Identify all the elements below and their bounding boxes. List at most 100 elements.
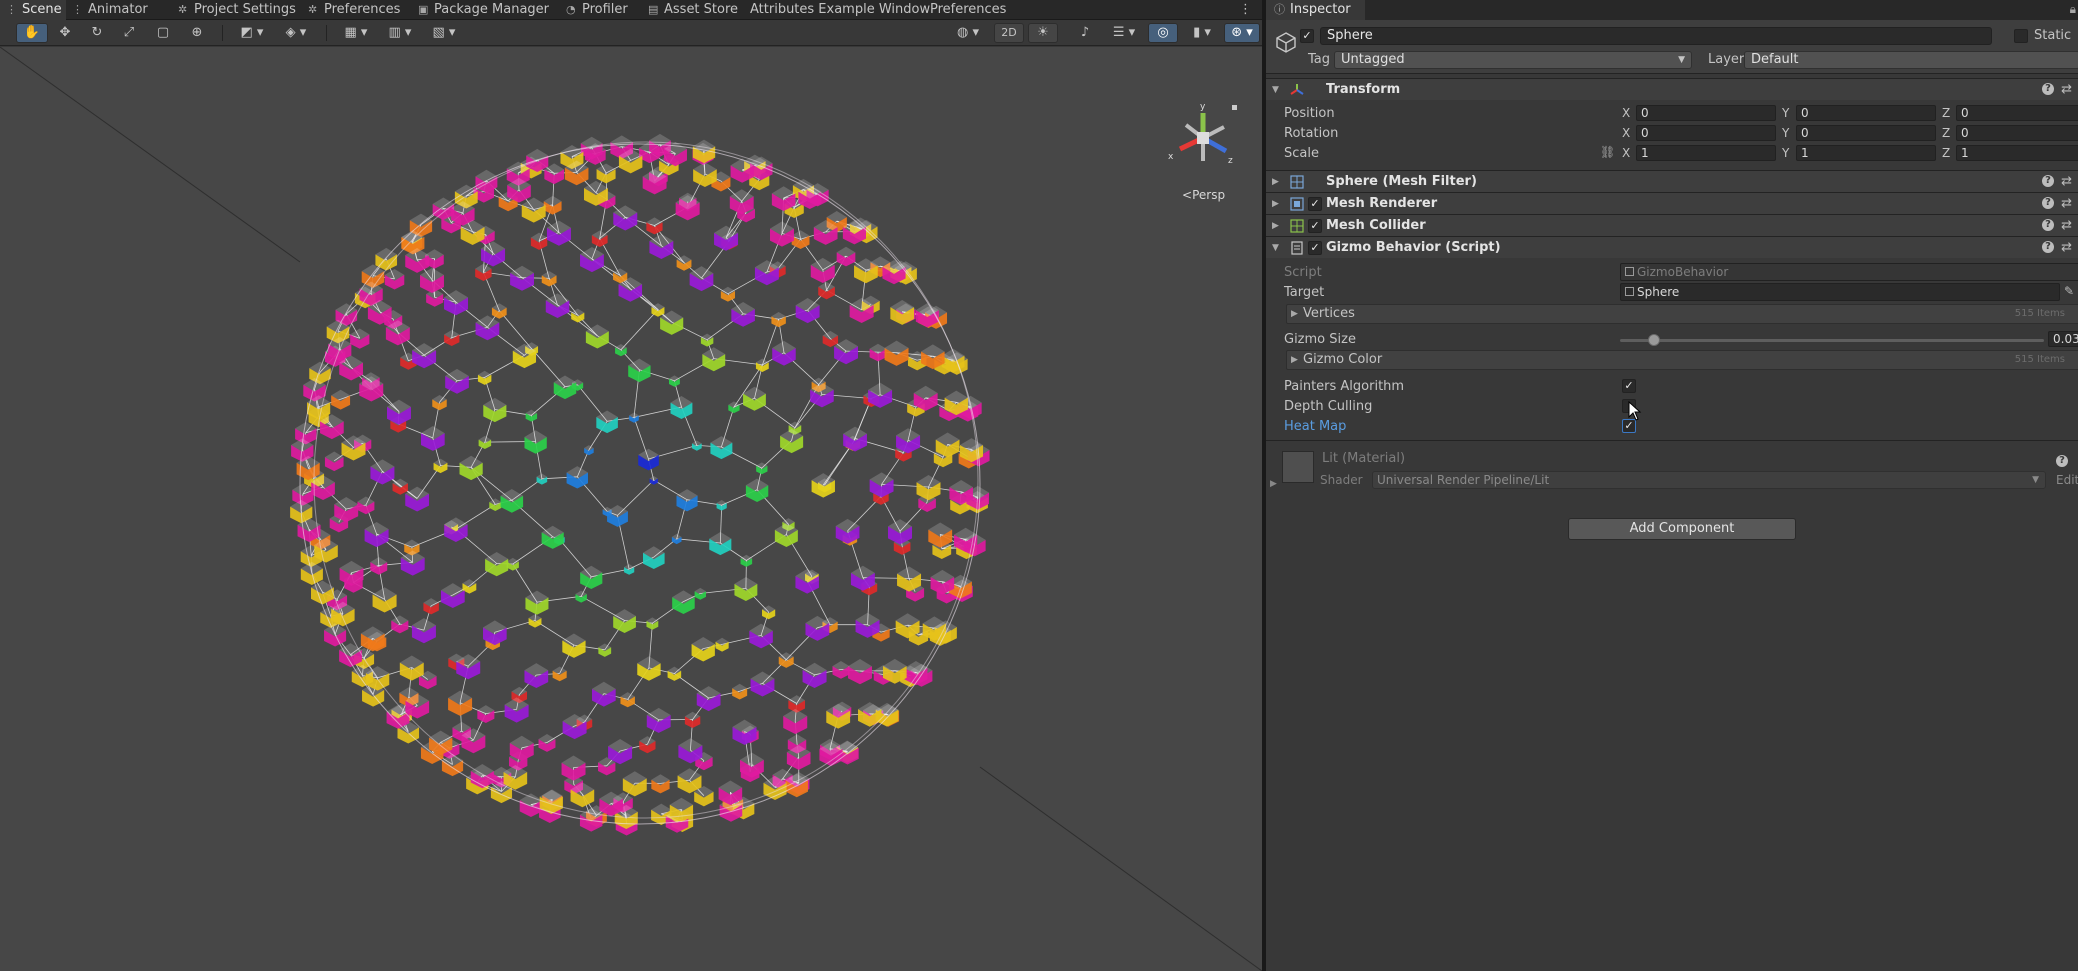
mesh-collider-header[interactable]: ▶ ✓ Mesh Collider ? ⇄ bbox=[1266, 214, 2078, 236]
scale-tool-button[interactable]: ⤢ bbox=[114, 23, 144, 43]
tab-preferences-2[interactable]: · Preferences bbox=[908, 0, 1018, 20]
shader-dropdown[interactable]: Universal Render Pipeline/Lit ▼ bbox=[1372, 471, 2046, 489]
position-z-field[interactable]: 0 bbox=[1956, 105, 2078, 121]
gear-icon: ✲ bbox=[308, 3, 318, 16]
material-preview-thumbnail[interactable] bbox=[1282, 451, 1314, 483]
more-menu-icon[interactable]: ⋮ bbox=[1239, 0, 1252, 20]
gizmo-size-field[interactable]: 0.030 bbox=[2048, 331, 2078, 347]
lighting-toggle-button[interactable]: ☀ bbox=[1028, 23, 1058, 43]
scene-viewport[interactable]: y x z <Persp bbox=[0, 47, 1262, 971]
painters-algorithm-checkbox[interactable]: ✓ bbox=[1622, 379, 1636, 393]
fold-open-icon[interactable]: ▼ bbox=[1272, 79, 1279, 101]
tab-scene[interactable]: ⋮ Scene bbox=[0, 0, 66, 20]
axis-z-label: Z bbox=[1942, 146, 1951, 160]
scene-visibility-button[interactable]: ◎ bbox=[1148, 23, 1178, 43]
draw-mode-dropdown[interactable]: ◍ ▾ bbox=[948, 23, 988, 43]
script-file-icon bbox=[1625, 267, 1634, 276]
fold-open-icon[interactable]: ▼ bbox=[1272, 237, 1279, 259]
tab-attributes-example-window[interactable]: Attributes Example Window bbox=[728, 0, 930, 20]
vertex-snap-dropdown[interactable]: ▧ ▾ bbox=[424, 23, 464, 43]
settings-icon[interactable]: ⇄ bbox=[2061, 81, 2072, 99]
mesh-renderer-enabled-toggle[interactable]: ✓ bbox=[1308, 197, 1322, 211]
position-y-field[interactable]: 0 bbox=[1796, 105, 1936, 121]
camera-dropdown[interactable]: ▮ ▾ bbox=[1182, 23, 1222, 43]
help-icon[interactable]: ? bbox=[2042, 241, 2054, 253]
hand-tool-button[interactable]: ✋ bbox=[16, 23, 48, 43]
perspective-lock-icon[interactable] bbox=[1232, 105, 1237, 110]
2d-toggle-button[interactable]: 2D bbox=[994, 23, 1024, 43]
lock-icon[interactable]: 🔒︎ bbox=[2070, 2, 2076, 17]
gizmo-behavior-enabled-toggle[interactable]: ✓ bbox=[1308, 241, 1322, 255]
axis-x-label: X bbox=[1622, 146, 1631, 160]
toolbar-separator bbox=[326, 25, 327, 41]
audio-toggle-button[interactable]: ♪ bbox=[1070, 23, 1100, 43]
grid-snap-dropdown[interactable]: ▦ ▾ bbox=[336, 23, 376, 43]
settings-icon[interactable]: ⇄ bbox=[2061, 217, 2072, 235]
inspector-panel: ⓘ Inspector 🔒︎ ✓ Sphere Static Tag Untagg… bbox=[1264, 0, 2078, 971]
rotate-tool-button[interactable]: ↻ bbox=[82, 23, 112, 43]
custom-tool-dropdown[interactable]: ◩ ▾ bbox=[232, 23, 272, 43]
snap-increment-dropdown[interactable]: ▥ ▾ bbox=[380, 23, 420, 43]
scene-panel: ⋮ Scene ⋮ Animator ✲ Project Settings ✲ Pref… bbox=[0, 0, 1262, 971]
help-icon[interactable]: ? bbox=[2042, 83, 2054, 95]
help-icon[interactable]: ? bbox=[2056, 455, 2068, 467]
orientation-gizmo[interactable]: y x z bbox=[1166, 101, 1240, 175]
tab-inspector[interactable]: ⓘ Inspector bbox=[1266, 0, 1365, 20]
effects-dropdown[interactable]: ☰ ▾ bbox=[1104, 23, 1144, 43]
gizmos-dropdown[interactable]: ⊛ ▾ bbox=[1224, 23, 1260, 43]
heat-map-checkbox[interactable]: ✓ bbox=[1622, 419, 1636, 433]
tab-animator[interactable]: ⋮ Animator bbox=[66, 0, 172, 20]
chevron-down-icon: ▼ bbox=[2032, 475, 2039, 485]
help-icon[interactable]: ? bbox=[2042, 219, 2054, 231]
tab-project-settings[interactable]: ✲ Project Settings bbox=[172, 0, 302, 20]
fold-closed-icon[interactable]: ▶ bbox=[1272, 171, 1279, 193]
scale-y-field[interactable]: 1 bbox=[1796, 145, 1936, 161]
gizmo-behavior-header[interactable]: ▼ ✓ Gizmo Behavior (Script) ? ⇄ bbox=[1266, 236, 2078, 258]
move-tool-button[interactable]: ✥ bbox=[50, 23, 80, 43]
layer-dropdown[interactable]: Default bbox=[1744, 51, 2078, 69]
fold-closed-icon[interactable]: ▶ bbox=[1270, 479, 1277, 489]
target-field[interactable]: Sphere bbox=[1620, 283, 2060, 301]
pencil-icon[interactable]: ✎ bbox=[2064, 284, 2074, 298]
help-icon[interactable]: ? bbox=[2042, 175, 2054, 187]
transform-header[interactable]: ▼ Transform ? ⇄ bbox=[1266, 78, 2078, 100]
rotation-z-field[interactable]: 0 bbox=[1956, 125, 2078, 141]
tab-profiler[interactable]: ◔ Profiler bbox=[560, 0, 642, 20]
scale-z-field[interactable]: 1 bbox=[1956, 145, 2078, 161]
mesh-filter-header[interactable]: ▶ Sphere (Mesh Filter) ? ⇄ bbox=[1266, 170, 2078, 192]
constrain-proportions-icon[interactable]: ⛓ bbox=[1600, 145, 1615, 159]
mesh-renderer-header[interactable]: ▶ ✓ Mesh Renderer ? ⇄ bbox=[1266, 192, 2078, 214]
mesh-collider-enabled-toggle[interactable]: ✓ bbox=[1308, 219, 1322, 233]
gizmo-color-foldout[interactable]: ▶ Gizmo Color 515 Items bbox=[1286, 350, 2078, 370]
tab-preferences[interactable]: ✲ Preferences bbox=[302, 0, 412, 20]
pivot-dropdown[interactable]: ◈ ▾ bbox=[276, 23, 316, 43]
add-component-button[interactable]: Add Component bbox=[1568, 518, 1796, 540]
scale-x-field[interactable]: 1 bbox=[1636, 145, 1776, 161]
position-x-field[interactable]: 0 bbox=[1636, 105, 1776, 121]
tag-dropdown[interactable]: Untagged ▼ bbox=[1334, 51, 1692, 69]
projection-toggle[interactable]: <Persp bbox=[1182, 187, 1225, 203]
fold-closed-icon[interactable]: ▶ bbox=[1272, 215, 1279, 237]
animator-icon: ⋮ bbox=[72, 3, 83, 16]
shader-edit-button[interactable]: Edit bbox=[2056, 473, 2078, 487]
orientation-center-cube[interactable] bbox=[1197, 132, 1209, 144]
active-toggle[interactable]: ✓ bbox=[1300, 29, 1314, 43]
gameobject-name-field[interactable]: Sphere bbox=[1320, 27, 1992, 45]
gizmo-size-slider-track[interactable] bbox=[1620, 339, 2044, 342]
tab-package-manager[interactable]: ▣ Package Manager bbox=[412, 0, 560, 20]
transform-tool-icon: ⊕ bbox=[191, 25, 203, 40]
rotation-y-field[interactable]: 0 bbox=[1796, 125, 1936, 141]
toolbar-separator bbox=[222, 25, 223, 41]
settings-icon[interactable]: ⇄ bbox=[2061, 239, 2072, 257]
rect-tool-button[interactable]: ▢ bbox=[148, 23, 178, 43]
fold-closed-icon[interactable]: ▶ bbox=[1272, 193, 1279, 215]
settings-icon[interactable]: ⇄ bbox=[2061, 195, 2072, 213]
gizmo-size-slider-thumb[interactable] bbox=[1647, 334, 1660, 346]
rotation-x-field[interactable]: 0 bbox=[1636, 125, 1776, 141]
vertices-foldout[interactable]: ▶ Vertices 515 Items bbox=[1286, 304, 2078, 324]
static-toggle[interactable] bbox=[2014, 29, 2028, 43]
settings-icon[interactable]: ⇄ bbox=[2061, 173, 2072, 191]
tab-asset-store[interactable]: ▤ Asset Store bbox=[642, 0, 738, 20]
help-icon[interactable]: ? bbox=[2042, 197, 2054, 209]
transform-tool-button[interactable]: ⊕ bbox=[182, 23, 212, 43]
